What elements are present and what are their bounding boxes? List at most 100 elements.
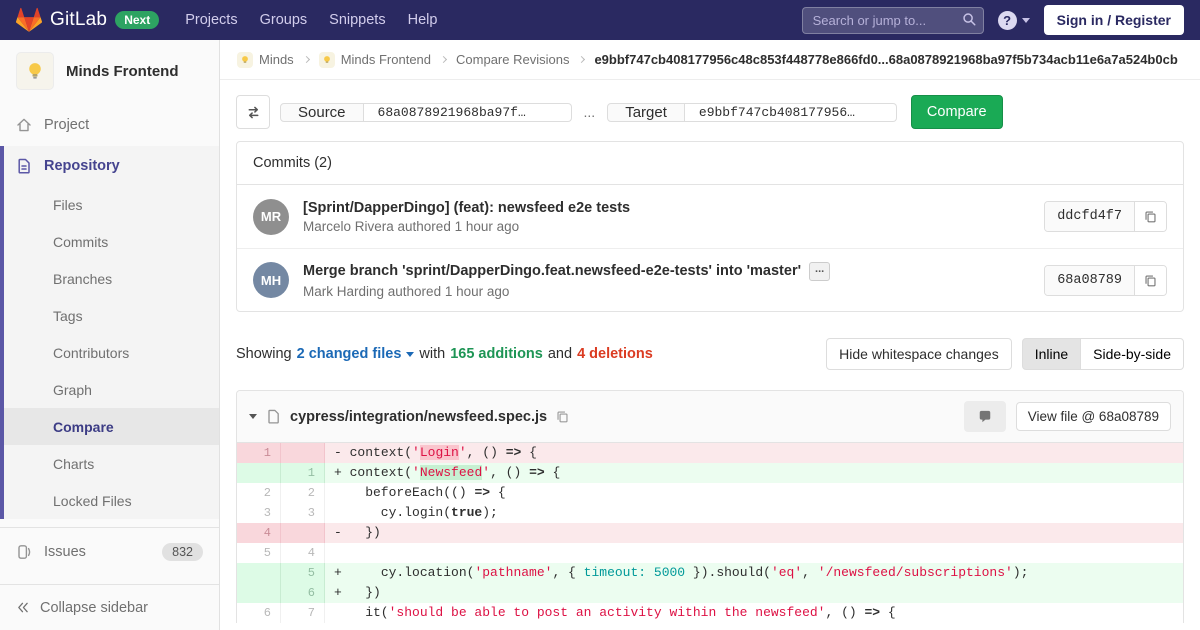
main-content: Minds Minds Frontend Compare Revisions e… [220,40,1200,630]
commit-title[interactable]: Merge branch 'sprint/DapperDingo.feat.ne… [303,263,801,279]
sidebar-item-files[interactable]: Files [4,186,219,223]
copy-path-icon[interactable] [556,410,569,423]
copy-sha-button[interactable] [1134,202,1166,231]
file-icon [266,409,281,424]
avatar[interactable]: MH [253,262,289,298]
project-avatar[interactable] [16,52,54,90]
lightbulb-icon [25,61,45,81]
breadcrumb-current-sha: e9bbf747cb408177956c48c853f448778e866fd0… [594,52,1177,67]
sidebar-item-charts[interactable]: Charts [4,445,219,482]
swap-revisions-button[interactable] [236,95,270,129]
sign-in-button[interactable]: Sign in / Register [1044,5,1184,35]
gitlab-logo[interactable]: GitLab Next [16,7,159,33]
nav-link-snippets[interactable]: Snippets [329,12,385,28]
changed-files-dropdown[interactable]: 2 changed files [297,346,415,362]
sidebar-item-graph[interactable]: Graph [4,371,219,408]
sidebar-section-repository: Repository Files Commits Branches Tags C… [0,146,219,519]
nav-link-projects[interactable]: Projects [185,12,237,28]
old-line-number[interactable]: 2 [237,483,281,503]
copy-icon [1144,274,1157,287]
toggle-comments-button[interactable] [964,401,1006,432]
commit-sha[interactable]: 68a08789 [1045,266,1134,295]
diff-filename[interactable]: cypress/integration/newsfeed.spec.js [290,409,547,425]
avatar[interactable]: MR [253,199,289,235]
code-line: + context('Newsfeed', () => { [325,463,1183,483]
new-line-number[interactable]: 1 [281,463,325,483]
source-ref-dropdown[interactable]: 68a0878921968ba97f… [364,103,572,122]
diff-line: 4- }) [237,523,1183,543]
project-name[interactable]: Minds Frontend [66,63,179,80]
copy-icon [1144,210,1157,223]
diff-line: 5+ cy.location('pathname', { timeout: 50… [237,563,1183,583]
old-line-number[interactable]: 6 [237,603,281,623]
sidebar-item-branches[interactable]: Branches [4,260,219,297]
new-line-number[interactable]: 7 [281,603,325,623]
new-line-number[interactable]: 6 [281,583,325,603]
help-menu[interactable]: ? [998,11,1030,30]
nav-link-help[interactable]: Help [408,12,438,28]
inline-view-button[interactable]: Inline [1022,338,1081,370]
sidebar-item-locked-files[interactable]: Locked Files [4,482,219,519]
sidebar-item-tags[interactable]: Tags [4,297,219,334]
old-line-number[interactable]: 4 [237,523,281,543]
code-line: cy.login(true); [325,503,1183,523]
side-by-side-view-button[interactable]: Side-by-side [1080,338,1184,370]
comment-icon [978,410,992,424]
hide-whitespace-button[interactable]: Hide whitespace changes [826,338,1012,370]
compare-button[interactable]: Compare [911,95,1003,129]
copy-sha-button[interactable] [1134,266,1166,295]
breadcrumb-project[interactable]: Minds Frontend [319,52,431,68]
collapse-sidebar-button[interactable]: Collapse sidebar [0,584,219,630]
group-avatar [237,52,253,68]
expand-commit-description-button[interactable]: ... [809,262,830,281]
sidebar-item-project[interactable]: Project [0,104,219,146]
double-chevron-left-icon [16,601,29,614]
old-line-number[interactable] [237,563,281,583]
old-line-number[interactable] [237,583,281,603]
collapse-sidebar-label: Collapse sidebar [40,600,148,616]
deletions-count: 4 deletions [577,346,653,362]
new-line-number[interactable]: 5 [281,563,325,583]
breadcrumb-label: Compare Revisions [456,52,569,67]
nav-link-groups[interactable]: Groups [260,12,308,28]
view-file-button[interactable]: View file @ 68a08789 [1016,402,1171,431]
code-line: + cy.location('pathname', { timeout: 500… [325,563,1183,583]
help-icon: ? [998,11,1017,30]
new-line-number[interactable]: 2 [281,483,325,503]
and-label: and [548,346,572,362]
brand-name: GitLab [50,9,107,31]
old-line-number[interactable]: 1 [237,443,281,463]
old-line-number[interactable]: 5 [237,543,281,563]
diff-line: 6+ }) [237,583,1183,603]
search-input[interactable] [802,7,984,34]
commit-sha-group: 68a08789 [1044,265,1167,296]
diff-file-card: cypress/integration/newsfeed.spec.js [236,390,1184,623]
diff-line: 33 cy.login(true); [237,503,1183,523]
commit-title[interactable]: [Sprint/DapperDingo] (feat): newsfeed e2… [303,200,630,216]
target-ref-dropdown[interactable]: e9bbf747cb408177956… [685,103,897,122]
new-line-number[interactable] [281,523,325,543]
commits-header: Commits (2) [237,142,1183,185]
diff-lines: 1- context('Login', () => {1+ context('N… [237,443,1183,623]
sidebar-item-commits[interactable]: Commits [4,223,219,260]
old-line-number[interactable]: 3 [237,503,281,523]
new-line-number[interactable]: 3 [281,503,325,523]
sidebar-item-repository[interactable]: Repository [4,146,219,186]
code-line: + }) [325,583,1183,603]
sidebar-item-issues[interactable]: Issues 832 [0,527,219,575]
sidebar-item-contributors[interactable]: Contributors [4,334,219,371]
code-line: beforeEach(() => { [325,483,1183,503]
new-line-number[interactable] [281,443,325,463]
lightbulb-icon [322,55,332,65]
new-line-number[interactable]: 4 [281,543,325,563]
collapse-diff-caret-icon[interactable] [249,414,257,419]
commit-sha[interactable]: ddcfd4f7 [1045,202,1134,231]
diff-line: 1- context('Login', () => { [237,443,1183,463]
ref-separator: ... [584,104,596,120]
breadcrumb-group[interactable]: Minds [237,52,294,68]
old-line-number[interactable] [237,463,281,483]
target-ref-group: Target e9bbf747cb408177956… [607,103,897,122]
sidebar-item-compare[interactable]: Compare [4,408,219,445]
chevron-down-icon [1022,18,1030,23]
breadcrumb-compare-revisions[interactable]: Compare Revisions [456,52,569,67]
